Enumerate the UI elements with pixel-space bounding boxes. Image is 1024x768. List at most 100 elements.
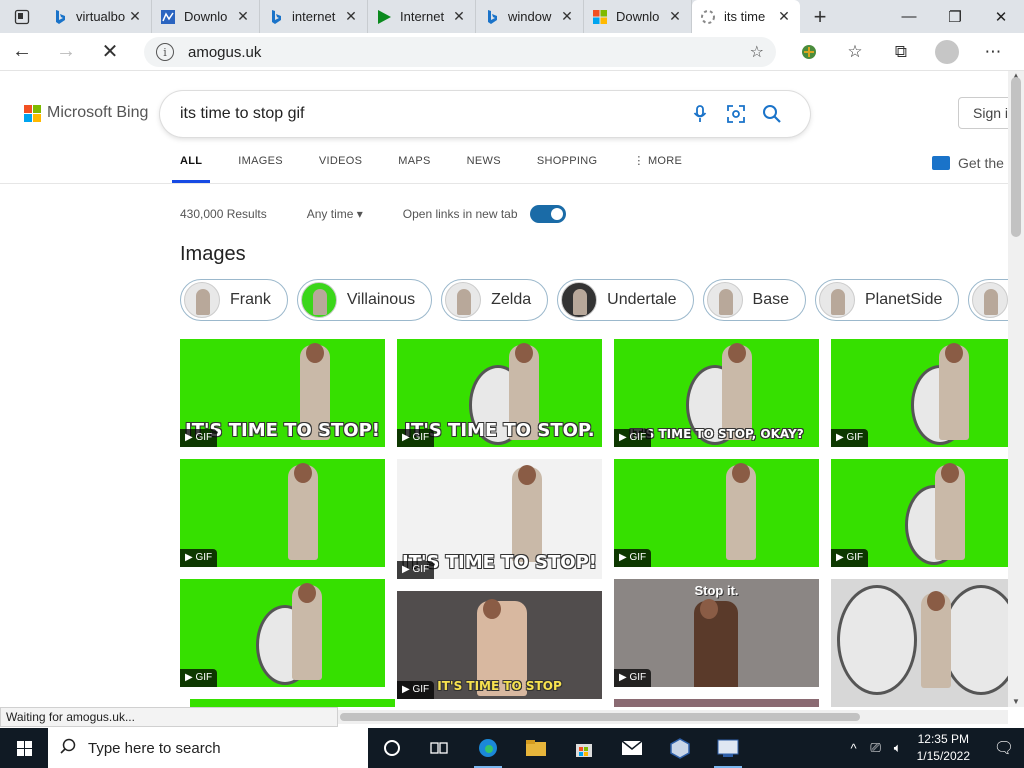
scope-maps[interactable]: MAPS (390, 153, 438, 183)
minimize-icon[interactable]: — (886, 0, 932, 33)
new-tab-button[interactable]: + (800, 4, 840, 30)
close-window-icon[interactable]: ✕ (978, 0, 1024, 33)
scope-all[interactable]: ALL (172, 153, 211, 183)
network-icon[interactable]: ⎚ (865, 740, 887, 756)
open-links-toggle[interactable] (529, 205, 566, 223)
tab-virtualbox[interactable]: virtualbo ✕ (44, 0, 152, 33)
forward-icon[interactable]: → (44, 33, 88, 71)
microsoft-icon (592, 9, 608, 25)
scope-more[interactable]: ⋮ MORE (625, 153, 690, 183)
image-result[interactable] (190, 699, 395, 707)
tab-actions-icon[interactable] (0, 0, 44, 33)
address-input[interactable]: i amogus.uk ☆ (144, 37, 776, 67)
image-result[interactable]: IT'S TIME TO STOP! ▶ GIF (180, 339, 385, 447)
stop-loading-icon[interactable]: ✕ (88, 33, 132, 71)
store-icon[interactable] (560, 728, 608, 768)
image-result[interactable]: IT'S TIME TO STOP! ▶ GIF (397, 459, 602, 579)
gif-badge: ▶ GIF (614, 549, 652, 567)
image-result[interactable]: ▶ GIF (614, 459, 819, 567)
result-filters: 430,000 Results Any time ▾ Open links in… (180, 205, 566, 223)
close-tab-icon[interactable]: ✕ (451, 8, 467, 25)
collections-icon[interactable]: ⧉ (878, 42, 924, 62)
search-input[interactable]: its time to stop gif (180, 105, 682, 123)
close-tab-icon[interactable]: ✕ (559, 8, 575, 25)
close-tab-icon[interactable]: ✕ (667, 8, 683, 25)
image-result[interactable]: ▶ GIF (831, 339, 1008, 447)
search-box[interactable]: its time to stop gif (160, 91, 810, 137)
page-content: Microsoft Bing its time to stop gif Sign… (0, 71, 1008, 707)
address-bar-row: ← → ✕ i amogus.uk ☆ ☆ ⧉ ⋯ (0, 33, 1024, 71)
chip-planetside[interactable]: PlanetSide (814, 279, 960, 321)
maximize-icon[interactable]: ❐ (932, 0, 978, 33)
get-the-app-link[interactable]: Get the (932, 155, 1004, 171)
image-result[interactable] (614, 699, 819, 707)
image-result[interactable]: IT'S TIME TO STOP. ▶ GIF (397, 339, 602, 447)
bing-logo[interactable]: Microsoft Bing (24, 104, 148, 122)
any-time-dropdown[interactable]: Any time ▾ (307, 207, 363, 221)
scope-videos[interactable]: VIDEOS (311, 153, 370, 183)
chevron-up-icon[interactable]: ^ (843, 741, 865, 756)
extension-icon[interactable] (786, 43, 832, 61)
image-result[interactable]: ▶ GIF (180, 459, 385, 567)
scroll-thumb[interactable] (340, 713, 860, 721)
microphone-icon[interactable] (682, 105, 718, 123)
close-tab-icon[interactable]: ✕ (343, 8, 359, 25)
vertical-scrollbar[interactable]: ▲ ▼ (1008, 71, 1024, 707)
chip-no[interactable]: No (968, 279, 1008, 321)
favorites-icon[interactable]: ☆ (832, 42, 878, 62)
start-button[interactable] (0, 728, 48, 768)
notification-icon[interactable]: 🗨︎ (984, 738, 1024, 758)
add-favorite-icon[interactable]: ☆ (750, 42, 764, 62)
taskbar: Type here to search ^ ⎚ 🔈︎ 12:35 PM 1/15… (0, 728, 1024, 768)
chip-undertale[interactable]: Undertale (557, 279, 694, 321)
image-result[interactable] (831, 579, 1008, 707)
volume-icon[interactable]: 🔈︎ (887, 740, 909, 756)
tab-download-2[interactable]: Downlo ✕ (584, 0, 692, 33)
chip-zelda[interactable]: Zelda (441, 279, 549, 321)
taskbar-search[interactable]: Type here to search (48, 728, 368, 768)
search-scopes: ALL IMAGES VIDEOS MAPS NEWS SHOPPING ⋮ M… (172, 153, 710, 183)
cortana-icon[interactable] (368, 728, 416, 768)
sign-in-button[interactable]: Sign i (958, 97, 1008, 129)
search-icon[interactable] (754, 104, 790, 124)
close-tab-icon[interactable]: ✕ (776, 8, 792, 25)
mail-icon[interactable] (608, 728, 656, 768)
site-info-icon[interactable]: i (156, 43, 174, 61)
close-tab-icon[interactable]: ✕ (235, 8, 251, 25)
scope-images[interactable]: IMAGES (230, 153, 291, 183)
close-tab-icon[interactable]: ✕ (127, 8, 143, 25)
related-chips: Frank Villainous Zelda Undertale Base Pl… (180, 279, 1008, 321)
task-view-icon[interactable] (416, 728, 464, 768)
image-result[interactable]: IT'S TIME TO STOP, OKAY? ▶ GIF (614, 339, 819, 447)
scope-news[interactable]: NEWS (459, 153, 509, 183)
chip-frank[interactable]: Frank (180, 279, 288, 321)
images-heading[interactable]: Images (180, 243, 246, 266)
chip-base[interactable]: Base (702, 279, 806, 321)
more-options-icon[interactable]: ⋯ (970, 42, 1016, 62)
scope-shopping[interactable]: SHOPPING (529, 153, 605, 183)
tab-download-1[interactable]: Downlo ✕ (152, 0, 260, 33)
download-page-icon (160, 9, 176, 25)
file-explorer-icon[interactable] (512, 728, 560, 768)
scroll-down-icon[interactable]: ▼ (1008, 697, 1024, 707)
tab-internet-2[interactable]: Internet ✕ (368, 0, 476, 33)
clock[interactable]: 12:35 PM 1/15/2022 (917, 731, 970, 765)
visual-search-icon[interactable] (718, 104, 754, 124)
scroll-thumb[interactable] (1011, 77, 1021, 237)
image-result[interactable]: ▶ GIF (180, 579, 385, 687)
tab-its-time[interactable]: its time ✕ (692, 0, 800, 33)
virtualbox-icon[interactable] (656, 728, 704, 768)
image-result[interactable]: Stop it. ▶ GIF (614, 579, 819, 687)
image-result[interactable]: IT'S TIME TO STOP ▶ GIF (397, 591, 602, 699)
url-text[interactable]: amogus.uk (188, 44, 750, 61)
horizontal-scrollbar[interactable] (338, 710, 1008, 724)
windows-logo-icon (16, 740, 32, 756)
tab-internet-1[interactable]: internet ✕ (260, 0, 368, 33)
image-result[interactable]: ▶ GIF (831, 459, 1008, 567)
profile-avatar[interactable] (935, 40, 959, 64)
back-icon[interactable]: ← (0, 33, 44, 71)
vm-window-icon[interactable] (704, 728, 752, 768)
tab-windows[interactable]: window ✕ (476, 0, 584, 33)
edge-icon[interactable] (464, 728, 512, 768)
chip-villainous[interactable]: Villainous (296, 279, 433, 321)
